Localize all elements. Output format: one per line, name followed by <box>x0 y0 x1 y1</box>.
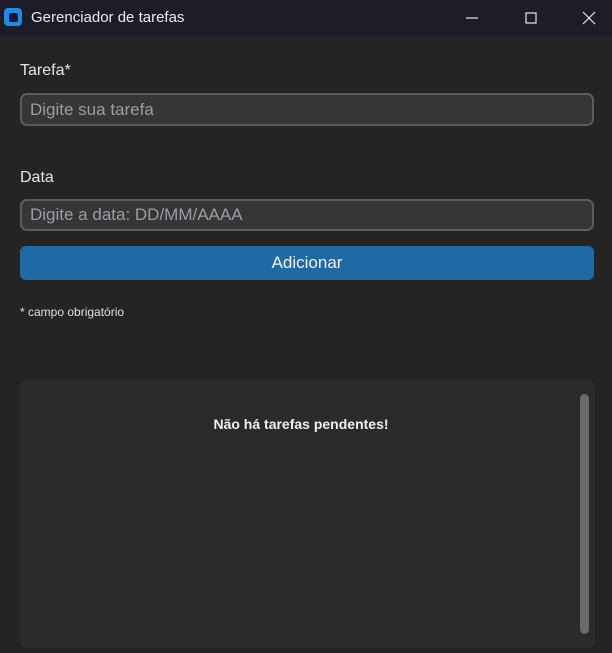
task-list-scrollbar[interactable] <box>580 394 589 634</box>
app-icon <box>4 8 22 26</box>
date-label: Data <box>20 169 54 186</box>
task-list-panel: Não há tarefas pendentes! <box>20 380 595 648</box>
window-title: Gerenciador de tarefas <box>31 9 185 26</box>
minimize-button[interactable] <box>449 0 495 36</box>
date-input[interactable] <box>20 199 594 231</box>
required-field-note: * campo obrigatório <box>20 305 125 319</box>
task-input[interactable] <box>20 93 594 126</box>
minimize-icon <box>466 17 478 19</box>
add-button[interactable]: Adicionar <box>20 246 594 280</box>
task-label: Tarefa* <box>20 62 71 79</box>
app-window: Gerenciador de tarefas Tarefa* Data Adic… <box>0 0 612 653</box>
close-button[interactable] <box>566 0 612 36</box>
empty-tasks-message: Não há tarefas pendentes! <box>213 416 389 432</box>
title-bar[interactable]: Gerenciador de tarefas <box>0 0 612 36</box>
maximize-icon <box>525 12 537 24</box>
maximize-button[interactable] <box>508 0 554 36</box>
close-icon <box>582 11 596 25</box>
